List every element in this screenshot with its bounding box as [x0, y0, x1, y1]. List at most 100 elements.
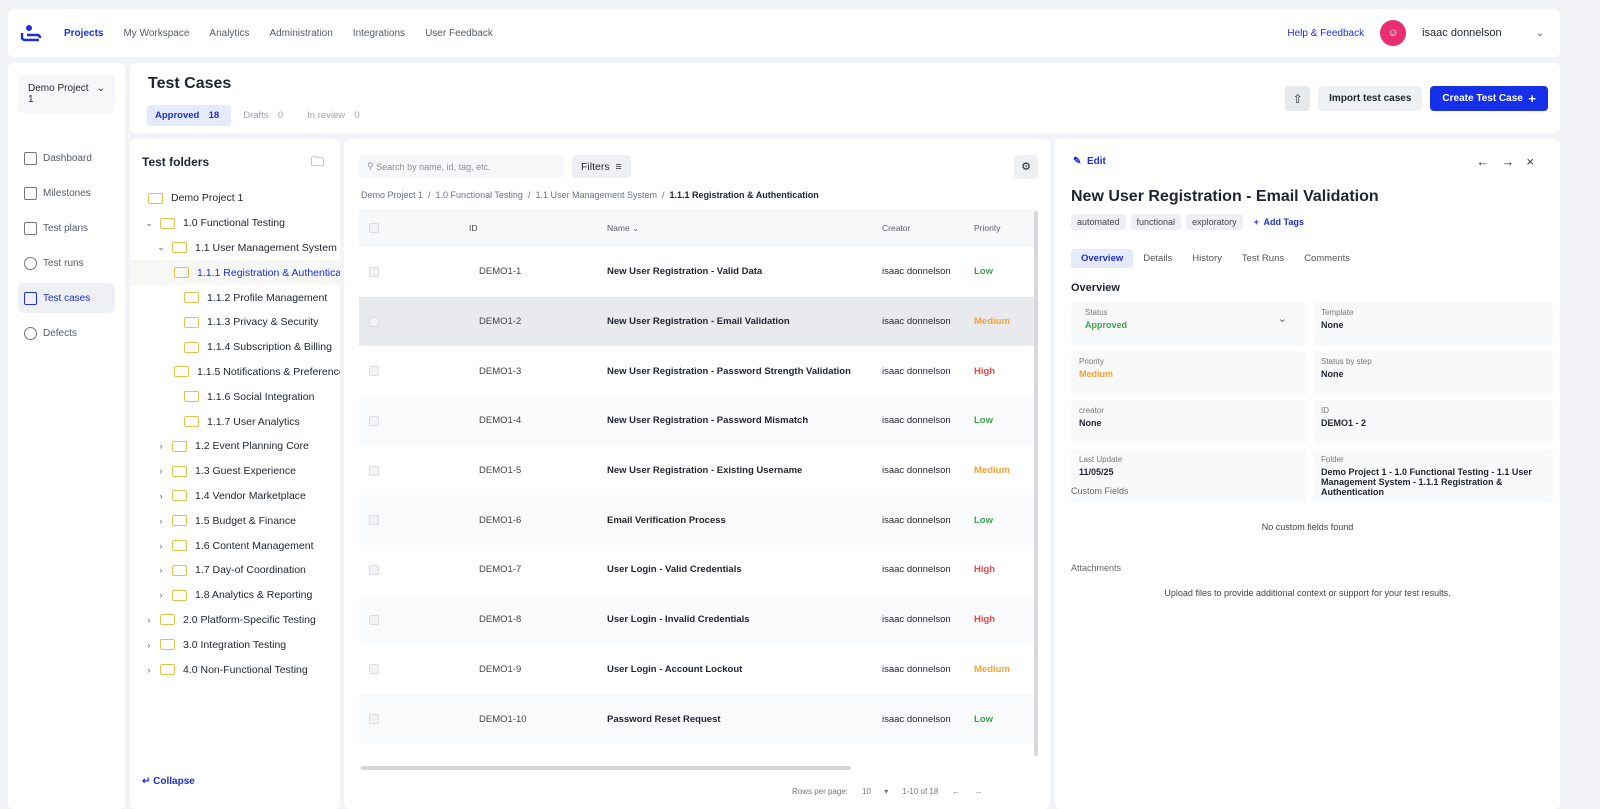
- chevron-icon[interactable]: ›: [156, 516, 166, 526]
- sidebar-item-defects[interactable]: Defects: [18, 318, 115, 348]
- chevron-icon[interactable]: ›: [144, 665, 154, 675]
- chevron-down-icon[interactable]: ⌄: [1536, 28, 1544, 39]
- folder-item[interactable]: › 1.8 Analytics & Reporting: [130, 583, 340, 608]
- sidebar-item-test-cases[interactable]: Test cases: [18, 283, 115, 313]
- folder-item[interactable]: 1.1.3 Privacy & Security: [130, 310, 340, 335]
- folder-item[interactable]: › 1.7 Day-of Coordination: [130, 558, 340, 583]
- upload-hint[interactable]: Upload files to provide additional conte…: [1055, 588, 1560, 598]
- row-checkbox[interactable]: [369, 316, 379, 327]
- tag[interactable]: exploratory: [1186, 214, 1243, 230]
- tab-drafts[interactable]: Drafts 0: [235, 105, 295, 126]
- folder-item[interactable]: 1.1.2 Profile Management: [130, 285, 340, 310]
- upload-button[interactable]: ⇧: [1285, 86, 1311, 111]
- nav-administration[interactable]: Administration: [269, 28, 332, 39]
- tab-test-runs[interactable]: Test Runs: [1232, 249, 1294, 268]
- row-checkbox[interactable]: [369, 266, 379, 277]
- column-name[interactable]: Name ⌄: [607, 223, 882, 234]
- chevron-icon[interactable]: ›: [156, 590, 166, 600]
- folder-item[interactable]: 1.1.1 Registration & Authentication: [130, 260, 340, 286]
- table-row[interactable]: DEMO1-7 User Login - Valid Credentials isa…: [359, 545, 1034, 595]
- nav-analytics[interactable]: Analytics: [209, 28, 249, 39]
- column-priority[interactable]: Priority: [974, 223, 1000, 233]
- breadcrumb-item[interactable]: Demo Project 1: [361, 190, 423, 200]
- folder-item[interactable]: ⌄ 1.0 Functional Testing: [130, 211, 340, 236]
- row-checkbox[interactable]: [369, 664, 379, 675]
- folder-item[interactable]: 1.1.4 Subscription & Billing: [130, 335, 340, 360]
- chevron-icon[interactable]: ⌄: [156, 242, 166, 253]
- row-checkbox[interactable]: [369, 366, 379, 377]
- folder-item[interactable]: › 1.3 Guest Experience: [130, 459, 340, 484]
- folder-item[interactable]: Demo Project 1: [130, 186, 340, 211]
- chevron-icon[interactable]: ›: [144, 615, 154, 625]
- sidebar-item-test-plans[interactable]: Test plans: [18, 213, 115, 243]
- tag[interactable]: functional: [1130, 214, 1182, 230]
- table-row[interactable]: DEMO1-10 Password Reset Request isaac donn…: [359, 694, 1034, 744]
- filters-button[interactable]: Filters ≡: [572, 155, 631, 178]
- folder-item[interactable]: › 3.0 Integration Testing: [130, 632, 340, 657]
- row-checkbox[interactable]: [369, 714, 379, 725]
- chevron-icon[interactable]: ›: [156, 441, 166, 451]
- tab-history[interactable]: History: [1182, 249, 1232, 268]
- folder-item[interactable]: › 1.6 Content Management: [130, 533, 340, 558]
- import-test-cases-button[interactable]: Import test cases: [1318, 86, 1423, 111]
- folder-item[interactable]: › 1.2 Event Planning Core: [130, 434, 340, 459]
- add-tags-button[interactable]: + Add Tags: [1254, 214, 1304, 230]
- row-checkbox[interactable]: [369, 415, 379, 426]
- logo-icon[interactable]: [20, 24, 42, 42]
- table-row[interactable]: DEMO1-3 New User Registration - Password …: [359, 346, 1034, 396]
- table-row[interactable]: DEMO1-5 New User Registration - Existing …: [359, 446, 1034, 496]
- avatar[interactable]: ☺: [1380, 20, 1407, 46]
- table-row[interactable]: DEMO1-8 User Login - Invalid Credentials i…: [359, 594, 1034, 645]
- create-test-case-button[interactable]: Create Test Case +: [1430, 86, 1548, 111]
- nav-integrations[interactable]: Integrations: [353, 28, 405, 39]
- tab-in-review[interactable]: In review 0: [299, 105, 372, 126]
- chevron-icon[interactable]: ›: [156, 541, 166, 551]
- column-creator[interactable]: Creator: [882, 223, 974, 233]
- tab-comments[interactable]: Comments: [1294, 249, 1360, 268]
- folder-item[interactable]: ⌄ 1.1 User Management System: [130, 236, 340, 261]
- next-page-icon[interactable]: →: [974, 787, 982, 796]
- chevron-icon[interactable]: ›: [144, 640, 154, 650]
- table-row[interactable]: DEMO1-4 New User Registration - Password …: [359, 396, 1034, 446]
- user-name[interactable]: isaac donnelson: [1422, 27, 1502, 39]
- chevron-icon[interactable]: ›: [156, 466, 166, 476]
- horizontal-scrollbar[interactable]: [361, 766, 851, 770]
- chevron-icon[interactable]: ›: [156, 565, 166, 575]
- row-checkbox[interactable]: [369, 614, 379, 625]
- search-input[interactable]: ⚲ Search by name, id, tag, etc.: [359, 155, 564, 178]
- edit-button[interactable]: ✎ Edit: [1073, 156, 1106, 167]
- collapse-button[interactable]: ↵ Collapse: [142, 776, 195, 787]
- vertical-scrollbar[interactable]: [1034, 211, 1038, 756]
- folder-item[interactable]: 1.1.7 User Analytics: [130, 409, 340, 434]
- arrow-left-icon[interactable]: ←: [1476, 154, 1501, 169]
- nav-projects[interactable]: Projects: [64, 28, 103, 39]
- field-status[interactable]: Status Approved ⌄: [1071, 302, 1307, 346]
- row-checkbox[interactable]: [369, 465, 379, 476]
- project-selector[interactable]: Demo Project 1 ⌄: [18, 75, 115, 113]
- chevron-icon[interactable]: ⌄: [144, 218, 154, 229]
- tag[interactable]: automated: [1071, 214, 1126, 230]
- chevron-icon[interactable]: ›: [156, 491, 166, 501]
- gear-icon[interactable]: ⚙: [1014, 155, 1038, 179]
- close-icon[interactable]: ×: [1526, 154, 1546, 169]
- tab-overview[interactable]: Overview: [1071, 249, 1134, 268]
- folder-item[interactable]: 1.1.5 Notifications & Preferences: [130, 360, 340, 385]
- add-folder-icon[interactable]: 🗀: [311, 153, 324, 175]
- folder-item[interactable]: › 4.0 Non-Functional Testing: [130, 657, 340, 682]
- row-checkbox[interactable]: [369, 515, 379, 526]
- breadcrumb-item[interactable]: 1.0 Functional Testing: [436, 190, 523, 200]
- folder-item[interactable]: › 1.5 Budget & Finance: [130, 508, 340, 533]
- chevron-down-icon[interactable]: ⌄: [1278, 312, 1287, 325]
- rows-per-page-select[interactable]: 10 ▾: [862, 787, 888, 796]
- table-row[interactable]: DEMO1-2 New User Registration - Email Val…: [359, 296, 1034, 347]
- table-row[interactable]: DEMO1-9 User Login - Account Lockout isaac…: [359, 645, 1034, 695]
- tab-approved[interactable]: Approved 18: [147, 105, 232, 126]
- help-feedback-link[interactable]: Help & Feedback: [1287, 28, 1364, 39]
- folder-item[interactable]: 1.1.6 Social Integration: [130, 384, 340, 409]
- tab-details[interactable]: Details: [1133, 249, 1182, 268]
- folder-item[interactable]: › 1.4 Vendor Marketplace: [130, 484, 340, 509]
- prev-page-icon[interactable]: ←: [952, 787, 960, 796]
- nav-user-feedback[interactable]: User Feedback: [425, 28, 493, 39]
- row-checkbox[interactable]: [369, 564, 379, 575]
- column-id[interactable]: ID: [469, 223, 607, 233]
